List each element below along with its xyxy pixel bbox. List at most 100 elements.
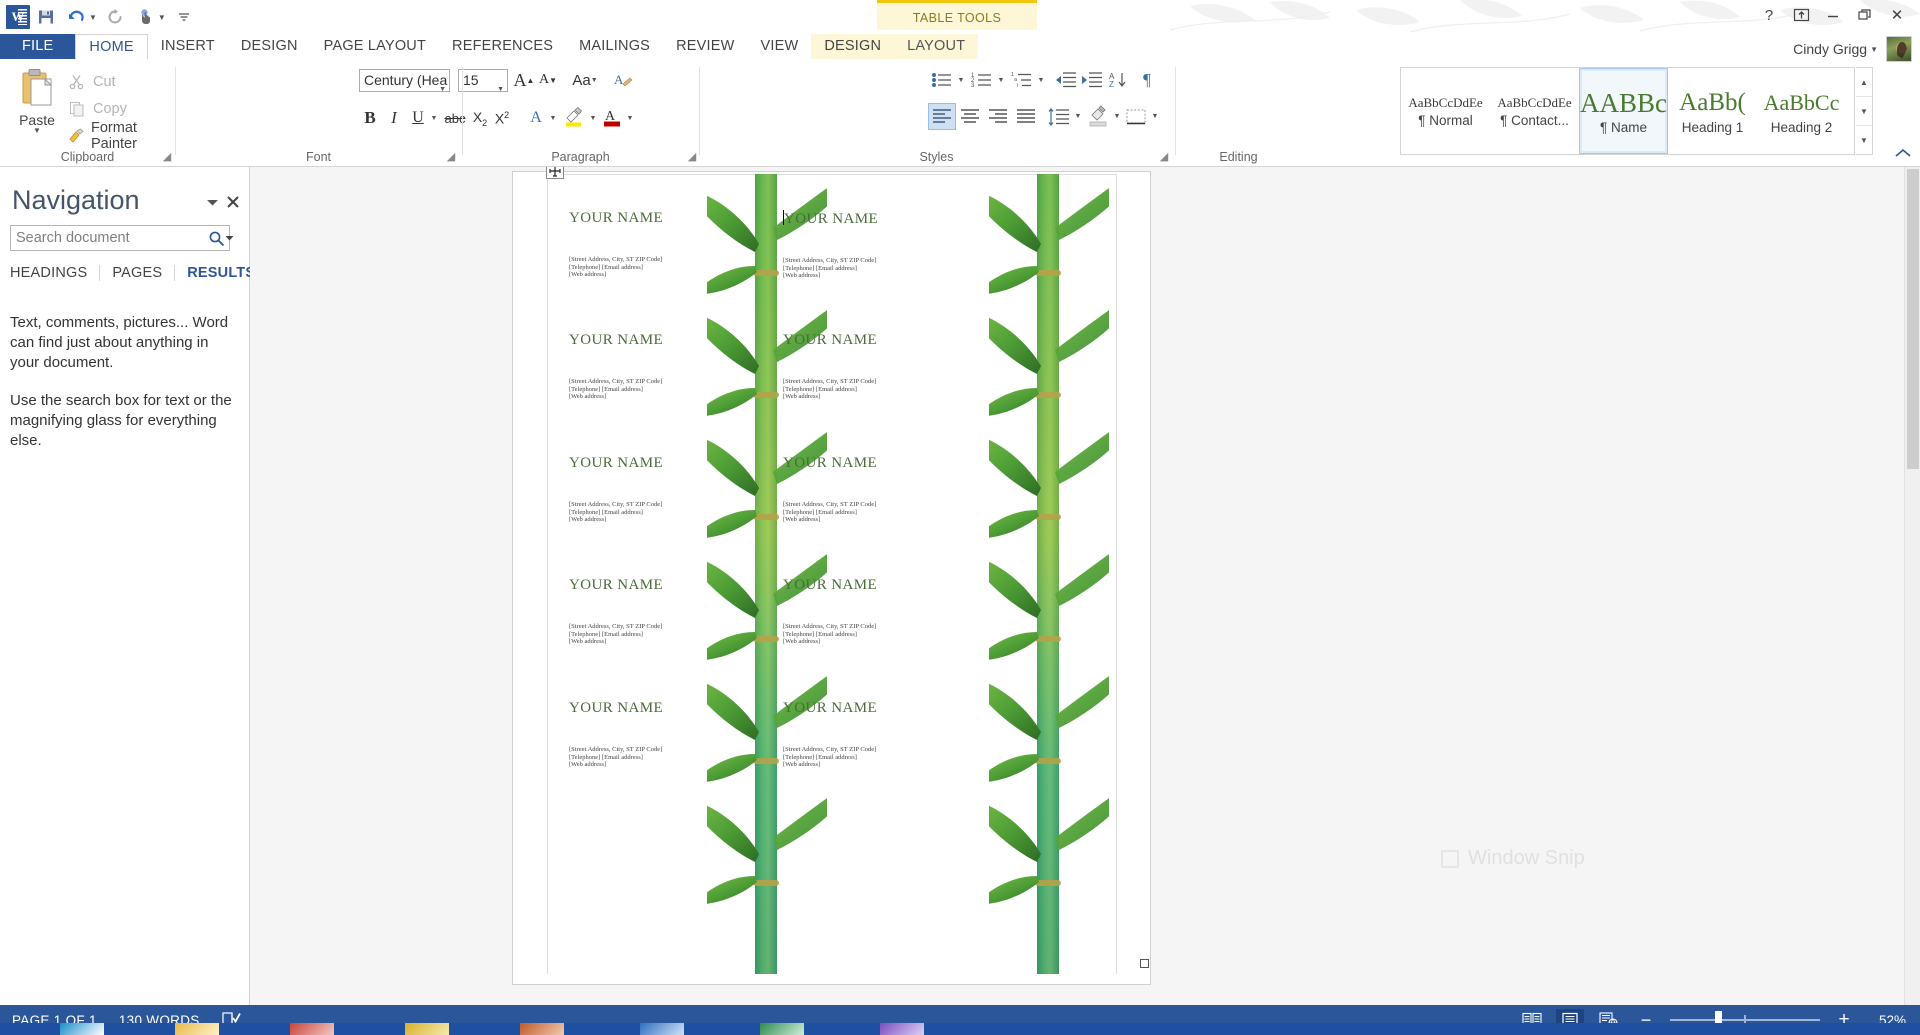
navigation-title: Navigation [12,185,140,216]
account-area[interactable]: Cindy Grigg ▼ [1793,36,1912,62]
taskbar-item[interactable] [880,1023,924,1035]
taskbar-item[interactable] [760,1023,804,1035]
card-address-line-3: [Web address] [783,272,1023,280]
ribbon-group-clipboard: Paste ▼ Cut Copy Format Painter [0,59,175,166]
document-canvas[interactable]: Window Snip [250,167,1920,1005]
format-painter-button[interactable]: Format Painter [68,123,175,148]
label-cell[interactable]: YOUR NAME [Street Address, City, ST ZIP … [569,210,809,279]
windows-taskbar[interactable] [0,1023,1920,1035]
label-cell[interactable]: YOUR NAME [Street Address, City, ST ZIP … [783,700,1023,769]
paragraph-dialog-launcher[interactable]: ◢ [685,149,699,163]
paste-dropdown-icon[interactable]: ▼ [33,128,41,134]
search-document-box[interactable] [10,225,230,251]
styles-scroll-down-icon[interactable]: ▼ [1856,97,1872,126]
taskbar-item[interactable] [640,1023,684,1035]
account-dropdown-icon[interactable]: ▼ [1870,45,1878,54]
card-name: YOUR NAME [783,700,1023,717]
touch-mode-dropdown-icon[interactable]: ▼ [158,13,166,22]
tab-review[interactable]: REVIEW [663,34,747,59]
label-cell[interactable]: YOUR NAME [Street Address, City, ST ZIP … [569,700,809,769]
tab-file[interactable]: FILE [0,34,75,59]
font-dialog-launcher[interactable]: ◢ [444,149,458,163]
ribbon-display-options-icon[interactable] [1786,2,1816,28]
nav-tab-pages[interactable]: PAGES [100,265,174,281]
vertical-scrollbar[interactable] [1904,167,1920,1005]
style-item-contact[interactable]: AaBbCcDdEе ¶ Contact... [1490,68,1579,154]
copy-button[interactable]: Copy [68,96,127,121]
tab-view[interactable]: VIEW [747,34,811,59]
tab-references[interactable]: REFERENCES [439,34,566,59]
tab-table-tools-design[interactable]: DESIGN [811,34,894,59]
search-icon[interactable] [208,230,225,247]
card-address-line-1: [Street Address, City, ST ZIP Code] [783,378,1023,386]
scissors-icon [68,73,86,91]
navigation-close-icon[interactable] [224,193,242,211]
styles-more-icon[interactable]: ▼ [1856,126,1872,154]
style-item-heading-1[interactable]: AaBb( Heading 1 [1668,68,1757,154]
label-cell[interactable]: YOUR NAME [Street Address, City, ST ZIP … [783,332,1023,401]
label-cell[interactable]: YOUR NAME [Street Address, City, ST ZIP … [569,577,809,646]
clipboard-dialog-launcher[interactable]: ◢ [160,149,174,163]
tab-mailings[interactable]: MAILINGS [566,34,663,59]
search-options-dropdown-icon[interactable] [225,235,234,242]
tab-design[interactable]: DESIGN [228,34,311,59]
table-move-handle[interactable] [546,167,564,179]
help-icon[interactable]: ? [1754,2,1784,28]
style-preview: AaBbCс [1764,88,1840,118]
label-cell[interactable]: YOUR NAME [Street Address, City, ST ZIP … [569,455,809,524]
navigation-options-dropdown-icon[interactable] [203,193,221,211]
bold-button[interactable]: B [359,106,381,130]
card-address-line-3: [Web address] [783,516,1023,524]
taskbar-item[interactable] [60,1023,104,1035]
tab-table-tools-layout[interactable]: LAYOUT [894,34,978,59]
taskbar-item[interactable] [520,1023,564,1035]
card-address-line-2: [Telephone] [Email address] [569,509,809,517]
tab-insert[interactable]: INSERT [148,34,228,59]
labels-table[interactable]: YOUR NAME [Street Address, City, ST ZIP … [547,174,1117,974]
table-tools-label: TABLE TOOLS [877,0,1037,30]
styles-dialog-launcher[interactable]: ◢ [1157,149,1171,163]
label-cell[interactable]: YOUR NAME [Street Address, City, ST ZIP … [783,210,1023,280]
search-input[interactable] [11,230,208,246]
style-item-heading-2[interactable]: AaBbCс Heading 2 [1757,68,1846,154]
redo-icon[interactable] [101,4,129,30]
collapse-ribbon-button[interactable] [1894,147,1912,164]
paste-button[interactable]: Paste ▼ [8,67,66,149]
customize-qat-icon[interactable] [170,4,198,30]
tab-home[interactable]: HOME [75,34,147,59]
font-name-dropdown-icon[interactable]: ▼ [439,79,446,92]
tab-page-layout[interactable]: PAGE LAYOUT [311,34,439,59]
close-icon[interactable]: ✕ [1882,2,1912,28]
style-item-normal[interactable]: AaBbCcDdEе ¶ Normal [1401,68,1490,154]
label-cell[interactable]: YOUR NAME [Street Address, City, ST ZIP … [783,455,1023,524]
label-cell[interactable]: YOUR NAME [Street Address, City, ST ZIP … [783,577,1023,646]
taskbar-item[interactable] [290,1023,334,1035]
cut-button[interactable]: Cut [68,69,116,94]
save-icon[interactable] [32,4,60,30]
card-name: YOUR NAME [783,210,1023,228]
minimize-icon[interactable] [1818,2,1848,28]
document-page[interactable]: YOUR NAME [Street Address, City, ST ZIP … [513,172,1150,984]
nav-tab-headings[interactable]: HEADINGS [10,265,99,281]
styles-gallery[interactable]: AaBbCcDdEе ¶ Normal AaBbCcDdEе ¶ Contact… [1400,67,1855,155]
font-name-combobox[interactable]: Century (Hea ▼ [359,69,450,92]
styles-scroll-up-icon[interactable]: ▲ [1856,68,1872,97]
scrollbar-thumb[interactable] [1907,169,1919,469]
table-resize-handle[interactable] [1140,959,1149,968]
italic-button[interactable]: I [383,106,405,130]
styles-gallery-scroll[interactable]: ▲ ▼ ▼ [1856,67,1873,155]
style-item-name[interactable]: AABBс ¶ Name [1579,68,1668,154]
underline-dropdown-icon[interactable]: ▼ [428,106,440,130]
card-name: YOUR NAME [783,577,1023,594]
label-cell[interactable]: YOUR NAME [Street Address, City, ST ZIP … [569,332,809,401]
user-name: Cindy Grigg [1793,41,1867,57]
taskbar-item[interactable] [175,1023,219,1035]
bold-label: B [364,108,375,128]
taskbar-item[interactable] [405,1023,449,1035]
restore-icon[interactable] [1850,2,1880,28]
undo-dropdown-icon[interactable]: ▼ [89,13,97,22]
touch-mode-icon[interactable] [131,4,159,30]
avatar[interactable] [1886,36,1912,62]
undo-icon[interactable] [62,4,90,30]
underline-button[interactable]: U [407,106,429,130]
